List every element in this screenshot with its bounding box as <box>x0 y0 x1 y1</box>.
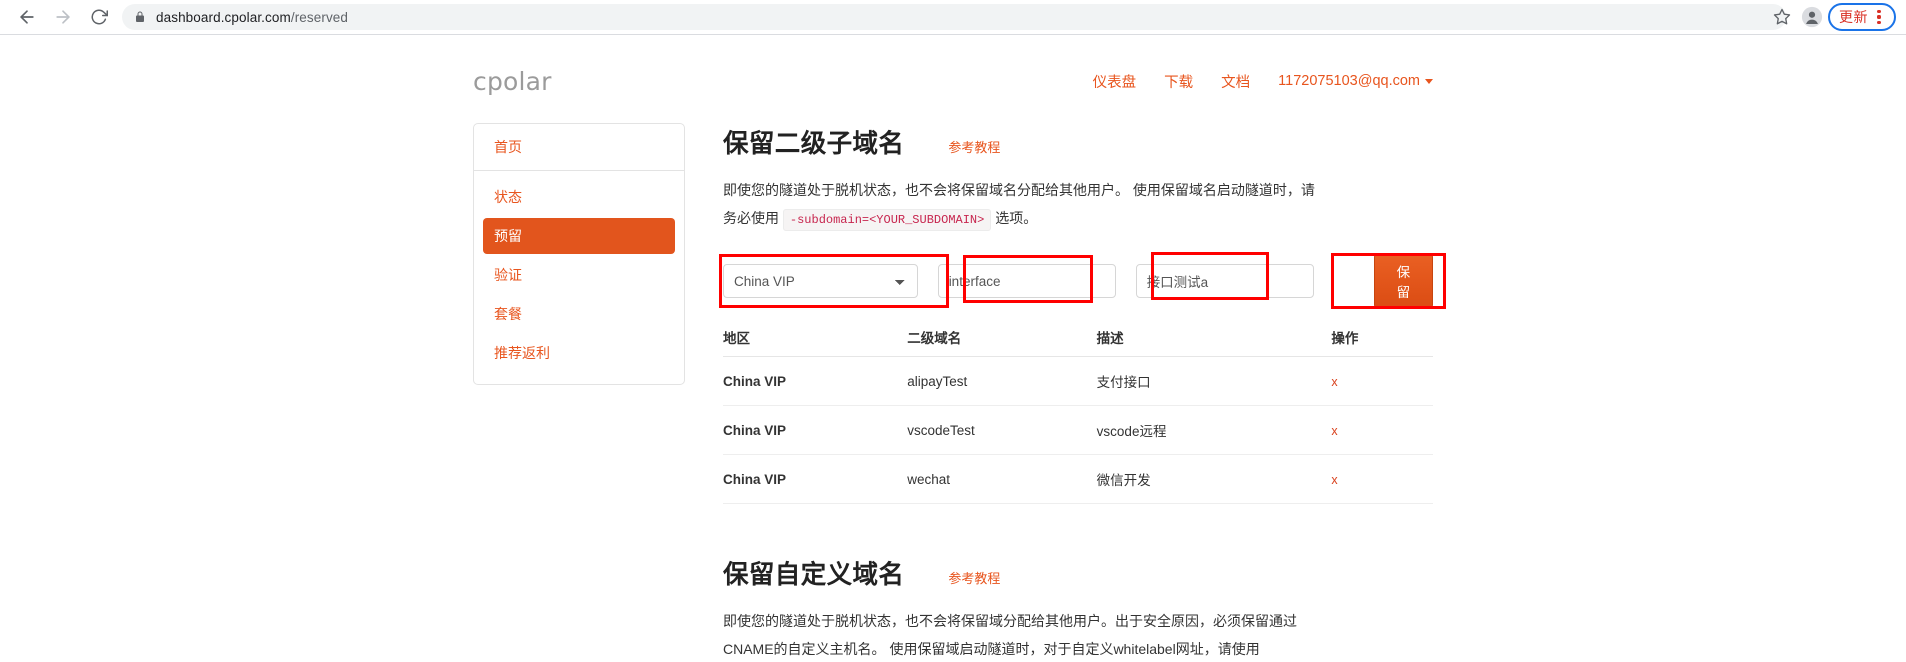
cell-action: x <box>1331 356 1433 406</box>
browser-nav-buttons <box>10 0 116 34</box>
page-content: cpolar 仪表盘 下载 文档 1172075103@qq.com 首页 状态… <box>0 35 1906 662</box>
subdomain-desc-part2: 选项。 <box>995 210 1038 226</box>
table-header: 地区 二级域名 描述 操作 <box>723 318 1433 357</box>
cpolar-logo[interactable]: cpolar <box>473 67 552 96</box>
table-header-region: 地区 <box>723 318 908 357</box>
main-content: 保留二级子域名 参考教程 即使您的隧道处于脱机状态，也不会将保留域名分配给其他用… <box>685 123 1446 662</box>
account-email: 1172075103@qq.com <box>1278 73 1420 89</box>
table-header-subdomain: 二级域名 <box>907 318 1097 357</box>
table-header-description: 描述 <box>1096 318 1332 357</box>
url-text: dashboard.cpolar.com/reserved <box>156 10 348 25</box>
nav-dashboard[interactable]: 仪表盘 <box>1093 71 1137 92</box>
nav-download[interactable]: 下载 <box>1164 71 1193 92</box>
sidebar-item-verify[interactable]: 验证 <box>483 257 675 293</box>
cell-description: 支付接口 <box>1096 356 1332 406</box>
subdomain-flag-code: -subdomain=<YOUR_SUBDOMAIN> <box>782 209 992 231</box>
sidebar-menu: 状态 预留 验证 套餐 推荐返利 <box>474 171 684 384</box>
cell-subdomain: wechat <box>907 454 1097 504</box>
region-select[interactable]: China VIP <box>723 264 918 298</box>
save-button[interactable]: 保留 <box>1373 253 1433 309</box>
table-row: China VIP alipayTest 支付接口 x <box>723 356 1433 406</box>
update-button[interactable]: 更新 <box>1828 3 1896 31</box>
sidebar-item-status[interactable]: 状态 <box>483 179 675 215</box>
cell-region: China VIP <box>723 405 908 455</box>
browser-right-actions: 更新 <box>1798 3 1896 31</box>
nav-docs[interactable]: 文档 <box>1221 71 1250 92</box>
subdomain-section-header: 保留二级子域名 参考教程 <box>723 123 1433 160</box>
url-host: dashboard.cpolar.com <box>156 9 291 25</box>
custom-desc-part1: 即使您的隧道处于脱机状态，也不会将保留域分配给其他用户。出于安全原因，必须保留通… <box>723 613 1297 657</box>
custom-domain-section-header: 保留自定义域名 参考教程 <box>723 554 1433 591</box>
sidebar-item-reserved[interactable]: 预留 <box>483 218 675 254</box>
delete-icon[interactable]: x <box>1331 473 1337 487</box>
custom-domain-title: 保留自定义域名 <box>723 561 905 589</box>
reference-tutorial-link-subdomain[interactable]: 参考教程 <box>948 137 1000 156</box>
forward-arrow-icon[interactable] <box>46 0 80 34</box>
cell-action: x <box>1331 454 1433 504</box>
lock-icon <box>134 11 146 23</box>
table-body: China VIP alipayTest 支付接口 x China VIP vs… <box>723 356 1433 504</box>
sidebar-home-section: 首页 <box>474 124 684 171</box>
content-row: 首页 状态 预留 验证 套餐 推荐返利 保留二级子域名 参考教程 即使您的隧道处… <box>473 123 1446 662</box>
table-header-row: 地区 二级域名 描述 操作 <box>723 318 1433 357</box>
update-button-label: 更新 <box>1839 9 1868 25</box>
page-title: 保留二级子域名 <box>723 130 905 158</box>
site-header: cpolar 仪表盘 下载 文档 1172075103@qq.com <box>473 35 1433 99</box>
three-dot-menu-icon[interactable] <box>1870 6 1888 28</box>
address-bar[interactable]: dashboard.cpolar.com/reserved <box>122 4 1786 30</box>
cell-action: x <box>1331 405 1433 455</box>
sidebar-item-referral[interactable]: 推荐返利 <box>483 335 675 371</box>
sidebar-item-home[interactable]: 首页 <box>494 139 522 155</box>
star-icon[interactable] <box>1768 3 1796 31</box>
sidebar-item-plan[interactable]: 套餐 <box>483 296 675 332</box>
cell-description: vscode远程 <box>1096 405 1332 455</box>
cell-subdomain: vscodeTest <box>907 405 1097 455</box>
cell-description: 微信开发 <box>1096 454 1332 504</box>
cell-subdomain: alipayTest <box>907 356 1097 406</box>
chevron-down-icon <box>1425 78 1433 84</box>
reserved-subdomains-table: 地区 二级域名 描述 操作 China VIP alipayTest 支付接口 … <box>723 318 1433 504</box>
back-arrow-icon[interactable] <box>10 0 44 34</box>
description-input[interactable] <box>1135 264 1314 298</box>
table-row: China VIP wechat 微信开发 x <box>723 454 1433 504</box>
reload-icon[interactable] <box>82 0 116 34</box>
sidebar: 首页 状态 预留 验证 套餐 推荐返利 <box>473 123 685 385</box>
account-menu[interactable]: 1172075103@qq.com <box>1278 73 1433 89</box>
table-header-action: 操作 <box>1331 318 1433 357</box>
subdomain-description: 即使您的隧道处于脱机状态，也不会将保留域名分配给其他用户。 使用保留域名启动隧道… <box>723 176 1323 232</box>
page-container: cpolar 仪表盘 下载 文档 1172075103@qq.com 首页 状态… <box>473 35 1446 662</box>
cell-region: China VIP <box>723 454 908 504</box>
browser-toolbar: dashboard.cpolar.com/reserved 更新 <box>0 0 1906 34</box>
cell-region: China VIP <box>723 356 908 406</box>
reference-tutorial-link-custom[interactable]: 参考教程 <box>948 568 1000 587</box>
url-path: /reserved <box>290 9 349 25</box>
custom-domain-description: 即使您的隧道处于脱机状态，也不会将保留域分配给其他用户。出于安全原因，必须保留通… <box>723 607 1323 662</box>
profile-avatar-icon[interactable] <box>1798 3 1826 31</box>
reserve-subdomain-form: China VIP 保留 <box>719 252 1446 309</box>
delete-icon[interactable]: x <box>1331 375 1337 389</box>
table-row: China VIP vscodeTest vscode远程 x <box>723 405 1433 455</box>
top-navigation: 仪表盘 下载 文档 1172075103@qq.com <box>1093 71 1433 92</box>
subdomain-input[interactable] <box>937 264 1116 298</box>
delete-icon[interactable]: x <box>1331 424 1337 438</box>
